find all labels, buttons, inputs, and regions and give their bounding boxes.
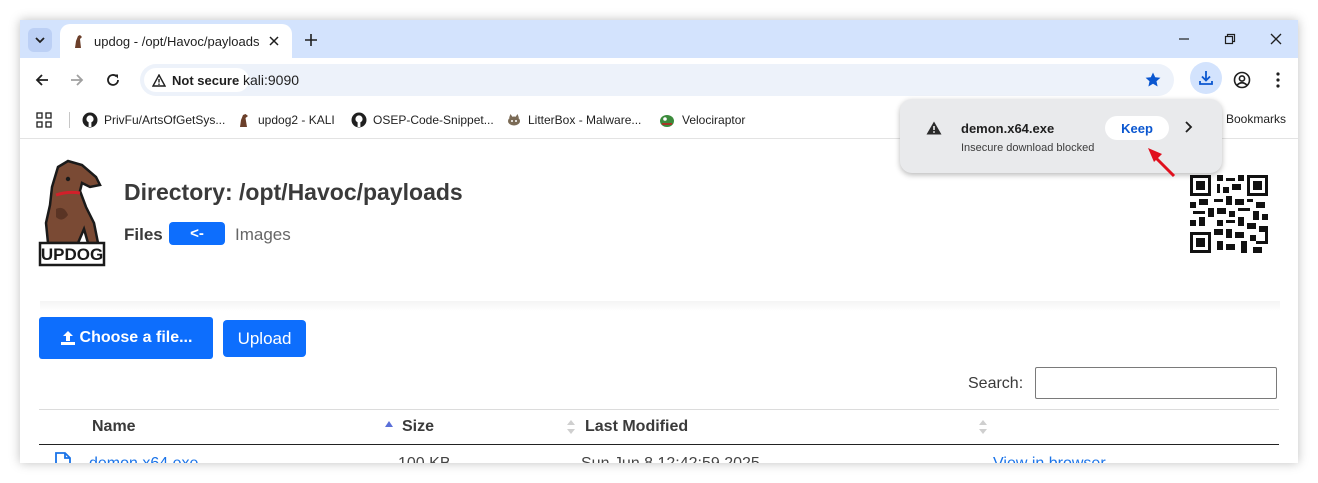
download-status: Insecure download blocked bbox=[961, 142, 1095, 154]
bookmark-label: updog2 - KALI bbox=[258, 113, 335, 127]
updog-logo: UPDOG bbox=[38, 159, 106, 267]
upload-button[interactable]: Upload bbox=[223, 320, 306, 357]
chevron-right-icon[interactable] bbox=[1182, 119, 1196, 135]
sort-both-icon[interactable] bbox=[566, 419, 576, 435]
column-header-last-modified[interactable]: Last Modified bbox=[585, 418, 688, 436]
browser-toolbar: Not secure kali:9090 bbox=[20, 58, 1298, 102]
bookmark-litterbox[interactable]: LitterBox - Malware... bbox=[506, 110, 641, 130]
forward-button[interactable] bbox=[65, 68, 89, 92]
bookmark-privfu[interactable]: PrivFu/ArtsOfGetSys... bbox=[82, 110, 225, 130]
table-header-border bbox=[39, 444, 1279, 445]
reload-icon bbox=[107, 74, 119, 86]
keep-button[interactable]: Keep bbox=[1105, 116, 1169, 140]
tab-search-button[interactable] bbox=[28, 28, 52, 52]
warning-icon bbox=[926, 121, 942, 135]
annotation-arrow bbox=[1148, 148, 1176, 178]
downloads-button[interactable] bbox=[1190, 62, 1222, 94]
logo-text: UPDOG bbox=[41, 245, 103, 264]
table-top-border bbox=[39, 409, 1279, 410]
minimize-button[interactable] bbox=[1164, 28, 1204, 50]
page-title: Directory: /opt/Havoc/payloads bbox=[124, 179, 463, 205]
view-in-browser-link[interactable]: View in browser bbox=[993, 455, 1106, 463]
column-header-size[interactable]: Size bbox=[402, 418, 434, 436]
file-name-link[interactable]: demon.x64.exe bbox=[89, 455, 198, 463]
minimize-icon bbox=[1179, 38, 1189, 40]
apps-grid-icon[interactable] bbox=[36, 112, 52, 128]
restore-icon bbox=[1224, 33, 1236, 45]
close-window-button[interactable] bbox=[1256, 28, 1296, 50]
bookmark-velociraptor[interactable]: Velociraptor bbox=[658, 110, 745, 130]
upload-icon bbox=[60, 331, 75, 345]
back-button[interactable] bbox=[30, 68, 54, 92]
address-bar[interactable]: Not secure kali:9090 bbox=[140, 64, 1174, 96]
file-last-modified: Sun Jun 8 12:42:59 2025 bbox=[581, 455, 760, 463]
tab-strip: updog - /opt/Havoc/payloads bbox=[20, 20, 1298, 58]
bookmarks-separator bbox=[69, 112, 70, 128]
bookmark-label: LitterBox - Malware... bbox=[528, 113, 642, 127]
all-bookmarks-link[interactable]: Bookmarks bbox=[1226, 112, 1286, 126]
file-size: 100 KB bbox=[398, 455, 450, 463]
kebab-menu-icon bbox=[1276, 72, 1280, 88]
images-link[interactable]: Images bbox=[235, 225, 291, 245]
files-label: Files bbox=[124, 225, 163, 244]
qr-code-icon bbox=[1190, 175, 1268, 253]
security-label: Not secure bbox=[172, 72, 240, 88]
search-label: Search: bbox=[968, 375, 1024, 392]
bookmark-label: Velociraptor bbox=[682, 113, 746, 127]
warning-icon bbox=[152, 73, 166, 87]
bookmark-osep[interactable]: OSEP-Code-Snippet... bbox=[351, 110, 494, 130]
chevron-down-icon bbox=[35, 37, 45, 44]
updog-favicon bbox=[75, 35, 82, 48]
tab-title: updog - /opt/Havoc/payloads bbox=[94, 33, 260, 49]
file-icon bbox=[55, 452, 71, 463]
choose-file-button[interactable]: Choose a file... bbox=[39, 317, 213, 359]
velociraptor-icon bbox=[660, 115, 674, 127]
restore-button[interactable] bbox=[1210, 28, 1250, 50]
profile-button[interactable] bbox=[1230, 68, 1254, 92]
url-text: kali:9090 bbox=[243, 72, 300, 88]
security-chip[interactable]: Not secure bbox=[144, 68, 250, 92]
browser-window: updog - /opt/Havoc/payloads Not secure k… bbox=[20, 20, 1298, 463]
sort-asc-icon[interactable] bbox=[384, 419, 394, 429]
reload-button[interactable] bbox=[101, 68, 125, 92]
bookmark-updog2[interactable]: updog2 - KALI bbox=[236, 110, 335, 130]
bookmark-label: OSEP-Code-Snippet... bbox=[373, 113, 494, 127]
choose-file-label: Choose a file... bbox=[79, 329, 193, 346]
close-tab-icon[interactable] bbox=[264, 31, 284, 51]
close-icon bbox=[1270, 33, 1282, 45]
search-input[interactable] bbox=[1035, 367, 1277, 399]
download-filename: demon.x64.exe bbox=[961, 121, 1055, 136]
plus-icon bbox=[305, 34, 317, 46]
download-icon bbox=[1199, 71, 1213, 85]
browser-menu-button[interactable] bbox=[1266, 68, 1290, 92]
sort-both-icon[interactable] bbox=[978, 419, 988, 435]
profile-icon bbox=[1233, 71, 1251, 89]
active-tab[interactable]: updog - /opt/Havoc/payloads bbox=[60, 24, 292, 58]
bookmark-label: PrivFu/ArtsOfGetSys... bbox=[104, 113, 226, 127]
header-divider bbox=[40, 301, 1280, 311]
column-header-name[interactable]: Name bbox=[92, 418, 136, 436]
litterbox-icon bbox=[508, 114, 520, 126]
github-icon bbox=[82, 112, 98, 128]
bookmark-star-icon[interactable] bbox=[1144, 71, 1162, 89]
back-to-parent-button[interactable]: <- bbox=[169, 222, 225, 245]
arrow-left-icon bbox=[35, 74, 48, 86]
updog-favicon bbox=[240, 114, 248, 127]
page-content: UPDOG Directory: /opt/Havoc/payloads Fil… bbox=[20, 139, 1298, 463]
new-tab-button[interactable] bbox=[300, 29, 322, 51]
github-icon bbox=[351, 112, 367, 128]
arrow-right-icon bbox=[71, 74, 84, 86]
